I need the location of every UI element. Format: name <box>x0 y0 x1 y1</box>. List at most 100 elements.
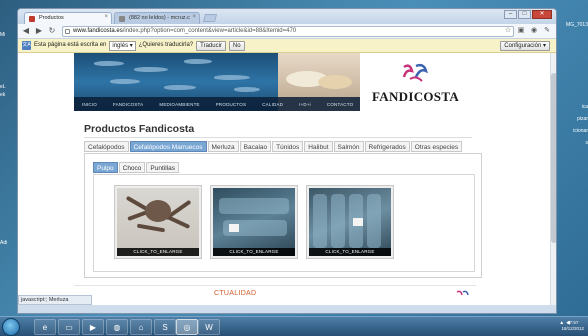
page-title: Productos Fandicosta <box>84 123 195 135</box>
tab-title: Productos <box>39 15 64 21</box>
tab-cefalopodos[interactable]: Cefalópodos <box>84 141 129 152</box>
category-tabs: Cefalópodos Cefalópodos Marruecos Merluz… <box>84 141 463 152</box>
new-tab-button[interactable] <box>202 14 218 22</box>
start-button[interactable] <box>2 318 20 336</box>
taskbar: e ▭ ▶ ◍ ⌂ S ◎ W ▲ ◀ 17:57 18/12/2012 <box>0 316 588 336</box>
clock[interactable]: 17:57 18/12/2012 <box>561 320 584 332</box>
web-page: FANDICOSTA INICIO FANDICOSTA MEDIOAMBIEN… <box>18 53 556 305</box>
translate-button[interactable]: Traducir <box>196 40 226 51</box>
chrome-icon[interactable]: ◎ <box>176 319 198 335</box>
nav-item[interactable]: MEDIOAMBIENTE <box>151 102 207 107</box>
tab-close-icon[interactable]: × <box>104 14 108 20</box>
skype-icon[interactable]: S <box>154 319 176 335</box>
frozen-block-image: CLICK_TO_ENLARGE <box>309 188 391 256</box>
desktop-label[interactable]: Adi <box>0 240 14 246</box>
page-info-icon[interactable] <box>65 29 70 34</box>
config-label: Configuración <box>504 43 542 49</box>
ie-icon[interactable]: e <box>34 319 56 335</box>
media-icon[interactable]: ▶ <box>82 319 104 335</box>
tab-otras-especies[interactable]: Otras especies <box>410 141 463 152</box>
maximize-button[interactable]: □ <box>518 10 531 19</box>
tab-refrigerados[interactable]: Refrigerados <box>364 141 410 152</box>
close-button[interactable]: ✕ <box>532 10 552 19</box>
tab-bacalao[interactable]: Bacalao <box>239 141 272 152</box>
window-controls: – □ ✕ <box>504 10 552 19</box>
browser-window: Productos × (882 no leídos) - mcruz.c × … <box>17 8 557 314</box>
word-icon[interactable]: W <box>198 319 220 335</box>
scrollbar-thumb[interactable] <box>551 73 556 243</box>
language-select[interactable]: inglés ▾ <box>109 40 136 51</box>
subtab-choco[interactable]: Choco <box>118 162 146 173</box>
page-scrollbar[interactable] <box>550 53 556 305</box>
desktop-label: s <box>585 140 588 146</box>
news-heading: CTUALIDAD <box>214 290 257 297</box>
star-icon[interactable]: ☆ <box>503 26 513 36</box>
nav-item[interactable]: CALIDAD <box>254 102 291 107</box>
forward-icon[interactable]: ▶ <box>34 26 44 36</box>
subtab-pulpo[interactable]: Pulpo <box>93 162 118 173</box>
product-thumbnail[interactable]: CLICK_TO_ENLARGE <box>306 185 394 259</box>
tab-mail[interactable]: (882 no leídos) - mcruz.c × <box>114 12 200 24</box>
desktop-label: icionar <box>573 128 588 134</box>
logo-mark-icon <box>402 63 428 82</box>
tab-tunidos[interactable]: Túnidos <box>272 141 304 152</box>
clock-date: 18/12/2012 <box>561 326 584 331</box>
browser-toolbar: ◀ ▶ ↻ www.fandicosta.es/index.php?option… <box>18 24 556 39</box>
language-value: inglés <box>112 42 129 49</box>
translate-config-button[interactable]: Configuración ▾ <box>500 41 550 51</box>
translate-message: Esta página está escrita en <box>34 42 107 48</box>
tab-close-icon[interactable]: × <box>192 14 196 20</box>
site-logo[interactable]: FANDICOSTA <box>360 53 476 111</box>
tab-title: (882 no leídos) - mcruz.c <box>129 15 190 21</box>
url-path: /index.php?option=com_content&view=artic… <box>122 28 297 34</box>
product-thumbnail[interactable]: CLICK_TO_ENLARGE <box>114 185 202 259</box>
nav-item[interactable]: FANDICOSTA <box>105 102 151 107</box>
address-bar[interactable]: www.fandicosta.es/index.php?option=com_c… <box>62 26 514 37</box>
small-logo-icon <box>456 290 469 296</box>
nav-item[interactable]: I+D+i <box>291 102 319 107</box>
no-translate-button[interactable]: No <box>228 40 245 51</box>
tab-halibut[interactable]: Halibut <box>304 141 333 152</box>
product-thumbnail[interactable]: CLICK_TO_ENLARGE <box>210 185 298 259</box>
desktop-label[interactable]: ek <box>0 92 14 98</box>
globe-icon[interactable]: ◍ <box>106 319 128 335</box>
extension-icon[interactable]: ◉ <box>529 26 539 36</box>
toolbar-icons: ☆ ▣ ◉ ✎ <box>503 26 552 36</box>
thumbnail-caption: CLICK_TO_ENLARGE <box>117 248 199 256</box>
translate-infobar: 文A Esta página está escrita en inglés ▾ … <box>18 39 556 53</box>
wrench-icon[interactable]: ✎ <box>542 26 552 36</box>
minimize-button[interactable]: – <box>504 10 517 19</box>
site-banner: FANDICOSTA INICIO FANDICOSTA MEDIOAMBIEN… <box>74 53 476 111</box>
translate-question: ¿Quieres traducirla? <box>138 42 194 48</box>
mail-favicon-icon <box>119 16 125 22</box>
top-navigation: INICIO FANDICOSTA MEDIOAMBIENTE PRODUCTO… <box>74 97 360 111</box>
nav-item[interactable]: INICIO <box>74 102 105 107</box>
nav-item[interactable]: PRODUCTOS <box>208 102 254 107</box>
tab-cefalopodos-marruecos[interactable]: Cefalópodos Marruecos <box>129 141 207 152</box>
gallery: CLICK_TO_ENLARGE CLICK_TO_ENLARGE CLICK_… <box>93 174 475 272</box>
back-icon[interactable]: ◀ <box>21 26 31 36</box>
category-panel: Pulpo Choco Puntillas CLICK_TO_ENLARGE C… <box>84 153 482 278</box>
network-icon[interactable]: ⌂ <box>130 319 152 335</box>
desktop-label[interactable]: Mi <box>0 32 14 38</box>
folder-icon[interactable]: ▭ <box>58 319 80 335</box>
nav-item[interactable]: CONTACTO <box>319 102 361 107</box>
url-host: www.fandicosta.es <box>73 28 123 34</box>
desktop-label: ica <box>581 104 588 110</box>
thumbnail-caption: CLICK_TO_ENLARGE <box>309 248 391 256</box>
tab-salmon[interactable]: Salmón <box>333 141 364 152</box>
reload-icon[interactable]: ↻ <box>47 26 57 36</box>
translate-icon: 文A <box>22 41 31 50</box>
desktop-right-labels: MG_7013 ica pizar icionar s <box>560 22 588 146</box>
tab-merluza[interactable]: Merluza <box>207 141 239 152</box>
frozen-block-image: CLICK_TO_ENLARGE <box>213 188 295 256</box>
desktop-label[interactable]: eL <box>0 84 14 90</box>
desktop-label[interactable]: MG_7013 <box>560 22 588 28</box>
news-section: CTUALIDAD <box>74 285 476 305</box>
octopus-image: CLICK_TO_ENLARGE <box>117 188 199 256</box>
title-divider <box>84 137 472 138</box>
product-subtabs: Pulpo Choco Puntillas <box>93 162 179 173</box>
subtab-puntillas[interactable]: Puntillas <box>146 162 179 173</box>
page-icon[interactable]: ▣ <box>516 26 526 36</box>
tab-productos[interactable]: Productos × <box>24 12 112 24</box>
